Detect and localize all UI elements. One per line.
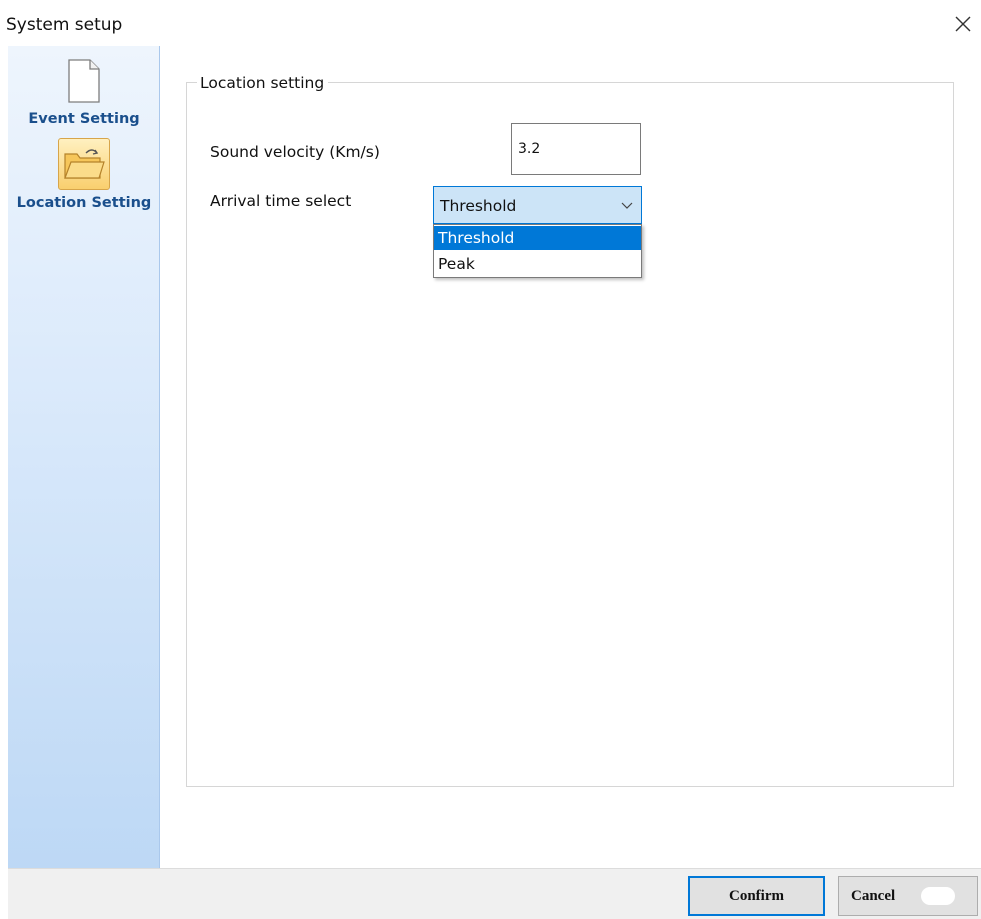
- sidebar-item-label: Location Setting: [16, 195, 152, 211]
- cancel-button-label: Cancel: [851, 888, 896, 904]
- confirm-button[interactable]: Confirm: [688, 876, 825, 916]
- arrival-time-dropdown-list: Threshold Peak: [433, 224, 642, 278]
- sidebar-nav: Event Setting Location Setting: [8, 46, 160, 868]
- sidebar-item-label: Event Setting: [28, 111, 140, 127]
- system-setup-dialog: System setup Event Setting Location Sett…: [0, 0, 981, 919]
- dropdown-option-peak[interactable]: Peak: [434, 252, 641, 276]
- sound-velocity-label: Sound velocity (Km/s): [210, 143, 380, 161]
- dropdown-option-threshold[interactable]: Threshold: [434, 226, 641, 250]
- sidebar-item-location-setting[interactable]: Location Setting: [8, 138, 160, 212]
- close-icon: [955, 16, 971, 32]
- group-title: Location setting: [197, 73, 329, 93]
- dialog-title: System setup: [6, 15, 123, 35]
- chevron-down-icon: [621, 202, 633, 209]
- button-bar: Confirm Cancel: [8, 868, 981, 919]
- title-bar: System setup: [0, 0, 981, 46]
- sound-velocity-input[interactable]: [511, 123, 641, 175]
- arrival-time-select[interactable]: Threshold: [433, 186, 642, 224]
- close-button[interactable]: [951, 12, 975, 36]
- location-setting-group: Location setting Sound velocity (Km/s) A…: [186, 73, 954, 787]
- button-glare: [921, 887, 955, 905]
- arrival-time-label: Arrival time select: [210, 192, 352, 210]
- main-panel: Location setting Sound velocity (Km/s) A…: [161, 46, 981, 868]
- document-icon: [68, 59, 100, 103]
- cancel-button[interactable]: Cancel: [838, 876, 978, 916]
- folder-open-icon: [58, 138, 110, 190]
- arrival-time-selected-value: Threshold: [440, 197, 517, 215]
- sidebar-item-event-setting[interactable]: Event Setting: [8, 58, 160, 128]
